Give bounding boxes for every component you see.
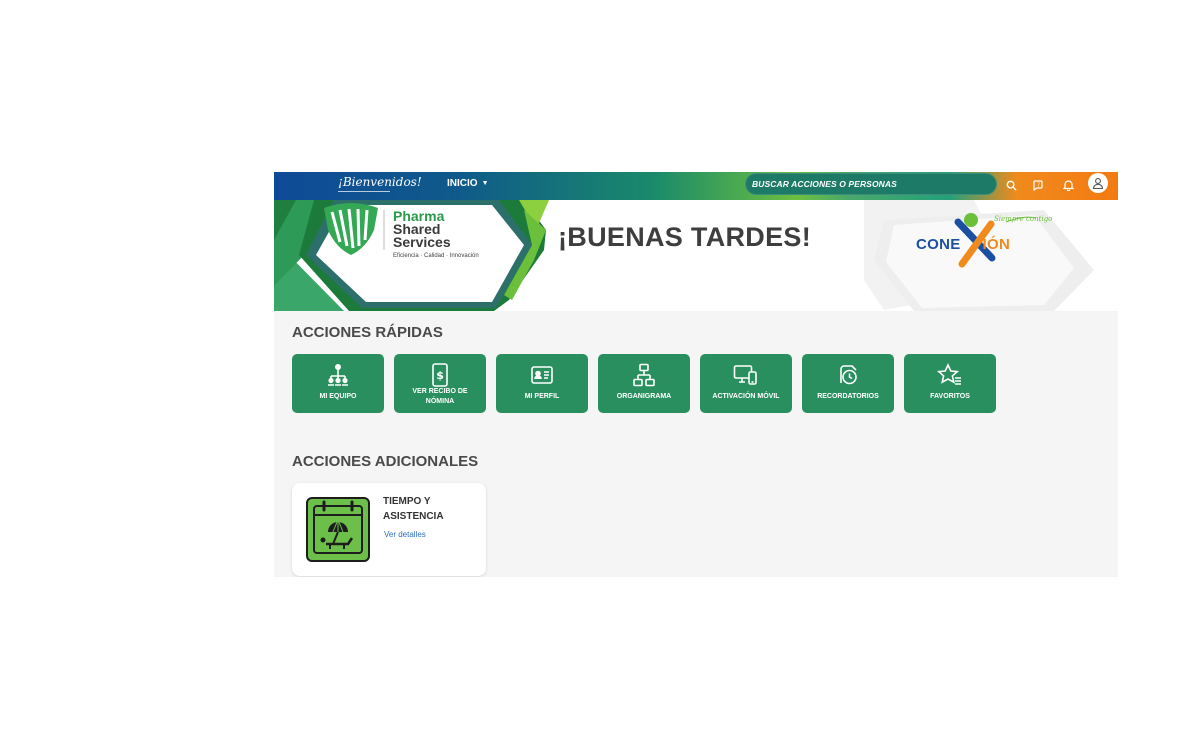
activacion-movil-button[interactable]: ACTIVACIÓN MÓVIL [700, 354, 792, 413]
chevron-down-icon: ▼ [481, 180, 489, 187]
mi-equipo-button[interactable]: MI EQUIPO [292, 354, 384, 413]
reminder-clock-icon [840, 365, 857, 385]
welcome-underline [338, 191, 390, 192]
greeting-heading: ¡BUENAS TARDES! [558, 222, 811, 252]
logo-line-3: Services [393, 234, 451, 250]
mi-perfil-label: MI PERFIL [524, 393, 560, 400]
mi-equipo-label: MI EQUIPO [319, 393, 357, 400]
bell-icon[interactable] [1059, 176, 1077, 194]
team-icon [328, 363, 348, 386]
payroll-receipt-icon: $ [432, 363, 448, 387]
ver-recibo-nomina-button[interactable]: $ VER RECIBO DE NÓMINA [394, 354, 486, 413]
activacion-movil-label: ACTIVACIÓN MÓVIL [712, 393, 780, 400]
mi-perfil-button[interactable]: MI PERFIL [496, 354, 588, 413]
devices-icon [733, 365, 757, 385]
welcome-banner: Pharma Shared Services Eficiencia · Cali… [274, 200, 1118, 311]
welcome-text: ¡Bienvenidos! [338, 175, 422, 189]
ver-detalles-link[interactable]: Ver detalles [384, 530, 426, 539]
recordatorios-button[interactable]: RECORDATORIOS [802, 354, 894, 413]
conexion-part-2: IÓN [982, 236, 1011, 253]
additional-actions-title: ACCIONES ADICIONALES [292, 453, 479, 470]
nav-inicio-menu[interactable]: INICIO ▼ [447, 178, 489, 189]
pharma-logo-text: Pharma Shared Services [393, 209, 451, 250]
conexion-logo-text: CONE IÓN [916, 236, 1010, 253]
svg-text:?: ? [1037, 183, 1040, 189]
search-placeholder: BUSCAR ACCIONES O PERSONAS [752, 179, 897, 189]
svg-text:$: $ [436, 369, 444, 382]
user-avatar-icon[interactable] [1088, 173, 1108, 193]
card-title-line-2: ASISTENCIA [383, 511, 444, 522]
calendar-vacation-icon [306, 497, 370, 562]
org-chart-icon [633, 363, 655, 387]
ver-recibo-nomina-label: VER RECIBO DE NÓMINA [412, 388, 468, 405]
help-chat-icon[interactable]: ? [1029, 176, 1047, 194]
favoritos-button[interactable]: FAVORITOS [904, 354, 996, 413]
tiempo-asistencia-card[interactable]: TIEMPO Y ASISTENCIA Ver detalles [292, 483, 486, 576]
nav-inicio-label: INICIO [447, 178, 478, 189]
card-title-line-1: TIEMPO Y [383, 496, 431, 507]
id-card-icon [531, 366, 553, 384]
organigrama-button[interactable]: ORGANIGRAMA [598, 354, 690, 413]
conexion-part-1: CONE [916, 236, 961, 253]
favoritos-label: FAVORITOS [930, 393, 970, 400]
organigrama-label: ORGANIGRAMA [616, 393, 672, 400]
search-icon[interactable] [1002, 176, 1020, 194]
top-bar: ¡Bienvenidos! INICIO ▼ BUSCAR ACCIONES O … [274, 172, 1118, 200]
conexion-slogan: Siempre contigo [994, 215, 1053, 223]
logo-tagline: Eficiencia · Calidad · Innovación [393, 253, 479, 259]
quick-actions-title: ACCIONES RÁPIDAS [292, 324, 443, 341]
card-title: TIEMPO Y ASISTENCIA [383, 494, 444, 524]
search-input[interactable]: BUSCAR ACCIONES O PERSONAS [745, 173, 997, 195]
favorites-star-icon [937, 363, 961, 385]
recordatorios-label: RECORDATORIOS [817, 393, 879, 400]
app-window: ¡Bienvenidos! INICIO ▼ BUSCAR ACCIONES O … [274, 172, 1118, 577]
quick-actions-row: MI EQUIPO $ VER RECIBO DE NÓMINA MI PERFI… [292, 354, 996, 413]
